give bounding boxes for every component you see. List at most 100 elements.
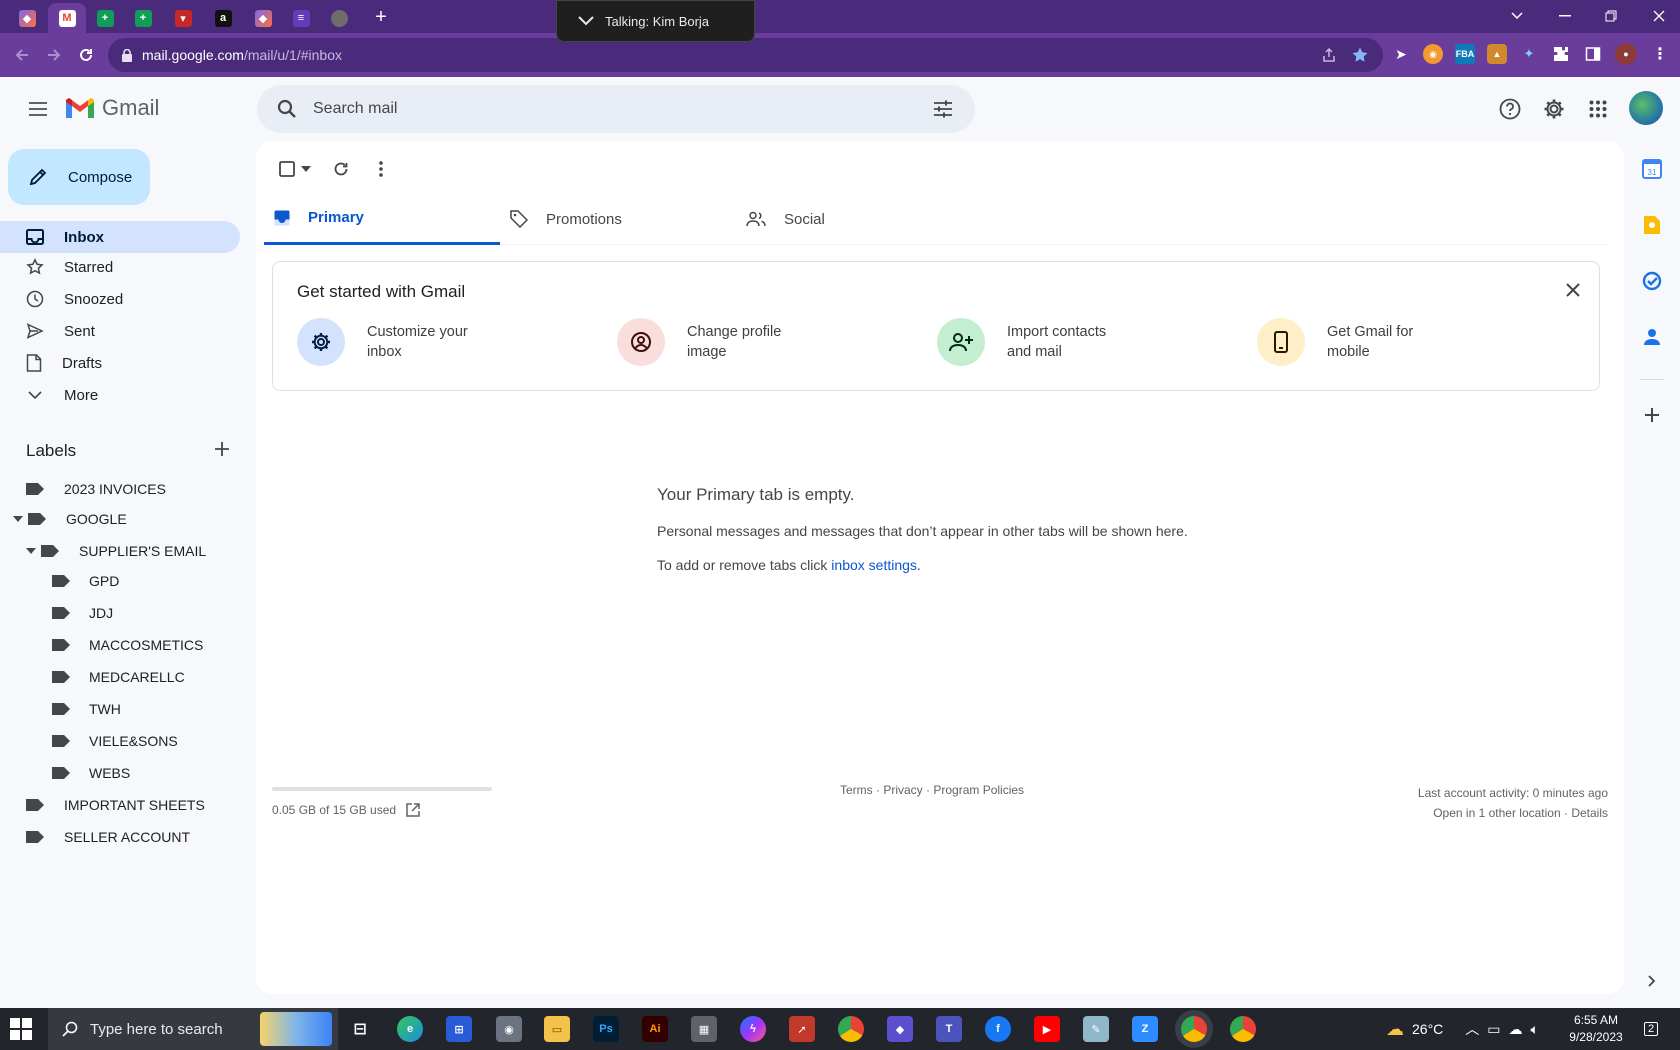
close-window-button[interactable]: [1644, 4, 1674, 28]
side-panel-icon[interactable]: [1583, 44, 1603, 64]
search-options-icon[interactable]: [925, 91, 961, 127]
sidebar-item-drafts[interactable]: Drafts: [0, 347, 240, 379]
facebook-icon[interactable]: f: [985, 1016, 1011, 1042]
calendar-app-button[interactable]: 31: [1638, 155, 1666, 183]
weather-icon[interactable]: ☁: [1386, 1019, 1404, 1040]
browser-tab-clickup[interactable]: ◆: [8, 3, 46, 33]
browser-tab-loading[interactable]: [320, 3, 358, 33]
app-diamond-icon[interactable]: ◆: [887, 1016, 913, 1042]
file-explorer-icon[interactable]: ▭: [544, 1016, 570, 1042]
task-view-icon[interactable]: ⊟: [347, 1016, 373, 1042]
notepad-icon[interactable]: ✎: [1083, 1016, 1109, 1042]
get-started-import-contacts[interactable]: Import contacts and mail: [937, 318, 1127, 366]
bookmark-star-icon[interactable]: [1351, 46, 1369, 64]
browser-tab-sheets-2[interactable]: +: [124, 3, 162, 33]
label-seller-account[interactable]: SELLER ACCOUNT: [26, 821, 190, 853]
forward-button[interactable]: [42, 43, 66, 67]
keep-app-button[interactable]: [1638, 211, 1666, 239]
illustrator-icon[interactable]: Ai: [642, 1016, 668, 1042]
messenger-icon[interactable]: ϟ: [740, 1016, 766, 1042]
edge-icon[interactable]: e: [397, 1016, 423, 1042]
back-button[interactable]: [10, 43, 34, 67]
support-button[interactable]: [1492, 91, 1528, 127]
tab-primary[interactable]: Primary: [264, 193, 500, 245]
label-suppliers-email[interactable]: SUPPLIER'S EMAIL: [25, 535, 206, 567]
get-started-get-gmail-mobile[interactable]: Get Gmail for mobile: [1257, 318, 1447, 366]
tab-social[interactable]: Social: [736, 193, 972, 245]
reload-button[interactable]: [74, 43, 98, 67]
volume-icon[interactable]: 🔈︎: [1531, 1021, 1539, 1038]
label-webs[interactable]: WEBS: [52, 757, 130, 789]
inbox-settings-link[interactable]: inbox settings: [831, 557, 917, 573]
caret-down-icon[interactable]: [25, 545, 37, 557]
new-tab-button[interactable]: +: [370, 6, 392, 28]
main-menu-button[interactable]: [20, 91, 56, 127]
sidebar-item-sent[interactable]: Sent: [0, 315, 240, 347]
label-twh[interactable]: TWH: [52, 693, 121, 725]
photoshop-icon[interactable]: Ps: [593, 1016, 619, 1042]
get-started-customize-inbox[interactable]: Customize your inbox: [297, 318, 487, 366]
more-actions-button[interactable]: [364, 152, 398, 186]
details-link[interactable]: Details: [1571, 806, 1608, 820]
browser-tab-clickup-2[interactable]: ◆: [244, 3, 282, 33]
label-jdj[interactable]: JDJ: [52, 597, 113, 629]
chrome-icon[interactable]: [838, 1016, 864, 1042]
get-addons-button[interactable]: [1638, 401, 1666, 429]
sidebar-item-starred[interactable]: Starred: [0, 251, 240, 283]
label-google[interactable]: GOOGLE: [12, 503, 127, 535]
chrome-profile-icon[interactable]: [1230, 1016, 1256, 1042]
youtube-icon[interactable]: ▶: [1034, 1016, 1060, 1042]
hide-side-panel-button[interactable]: [1638, 967, 1666, 995]
terms-link[interactable]: Terms: [840, 783, 873, 797]
restore-button[interactable]: [1596, 4, 1626, 28]
settings-button[interactable]: [1536, 91, 1572, 127]
privacy-link[interactable]: Privacy: [883, 783, 922, 797]
share-icon[interactable]: [1321, 47, 1337, 63]
call-indicator[interactable]: Talking: Kim Borja: [556, 0, 755, 42]
tasks-app-button[interactable]: [1638, 267, 1666, 295]
extension-icon-1[interactable]: ➤: [1391, 44, 1411, 64]
browser-tab-forms[interactable]: ≡: [282, 3, 320, 33]
label-2023-invoices[interactable]: 2023 INVOICES: [26, 473, 166, 505]
gmail-logo[interactable]: Gmail: [64, 95, 159, 121]
label-gpd[interactable]: GPD: [52, 565, 119, 597]
google-apps-button[interactable]: [1580, 91, 1616, 127]
browser-tab-sheets-1[interactable]: +: [86, 3, 124, 33]
search-bar[interactable]: [257, 85, 975, 133]
extension-icon-4[interactable]: ▲: [1487, 44, 1507, 64]
label-viele-sons[interactable]: VIELE&SONS: [52, 725, 178, 757]
label-important-sheets[interactable]: IMPORTANT SHEETS: [26, 789, 205, 821]
extension-icon-5[interactable]: ✦: [1519, 44, 1539, 64]
browser-tab-site[interactable]: ▾: [164, 3, 202, 33]
create-label-button[interactable]: [210, 437, 234, 461]
zoom-icon[interactable]: Z: [1132, 1016, 1158, 1042]
account-avatar[interactable]: [1629, 91, 1663, 125]
notification-center-icon[interactable]: 2: [1640, 1018, 1662, 1040]
sidebar-item-snoozed[interactable]: Snoozed: [0, 283, 240, 315]
microsoft-store-icon[interactable]: ⊞: [446, 1016, 472, 1042]
extensions-puzzle-icon[interactable]: [1551, 44, 1571, 64]
profile-avatar[interactable]: ●: [1615, 43, 1637, 65]
caret-down-icon[interactable]: [12, 513, 24, 525]
taskbar-search[interactable]: Type here to search: [48, 1008, 338, 1050]
select-all-checkbox[interactable]: [272, 152, 318, 186]
tab-search-button[interactable]: [1502, 4, 1532, 28]
search-icon[interactable]: [269, 91, 305, 127]
network-icon[interactable]: ▭: [1487, 1021, 1500, 1038]
taskbar-clock[interactable]: 6:55 AM 9/28/2023: [1561, 1012, 1631, 1046]
compose-button[interactable]: Compose: [8, 149, 150, 205]
get-started-change-profile-image[interactable]: Change profile image: [617, 318, 807, 366]
calculator-icon[interactable]: ▦: [691, 1016, 717, 1042]
tab-promotions[interactable]: Promotions: [500, 193, 736, 245]
windows-start-icon[interactable]: [10, 1018, 32, 1040]
get-started-close-button[interactable]: [1559, 276, 1587, 304]
rocket-app-icon[interactable]: ➚: [789, 1016, 815, 1042]
chrome-active-icon[interactable]: [1181, 1016, 1207, 1042]
sidebar-item-more[interactable]: More: [0, 379, 240, 411]
browser-tab-amazon[interactable]: a: [204, 3, 242, 33]
browser-menu-icon[interactable]: ⋮: [1650, 44, 1670, 64]
program-policies-link[interactable]: Program Policies: [933, 783, 1024, 797]
label-maccosmetics[interactable]: MACCOSMETICS: [52, 629, 203, 661]
label-medcarellc[interactable]: MEDCARELLC: [52, 661, 185, 693]
refresh-button[interactable]: [324, 152, 358, 186]
